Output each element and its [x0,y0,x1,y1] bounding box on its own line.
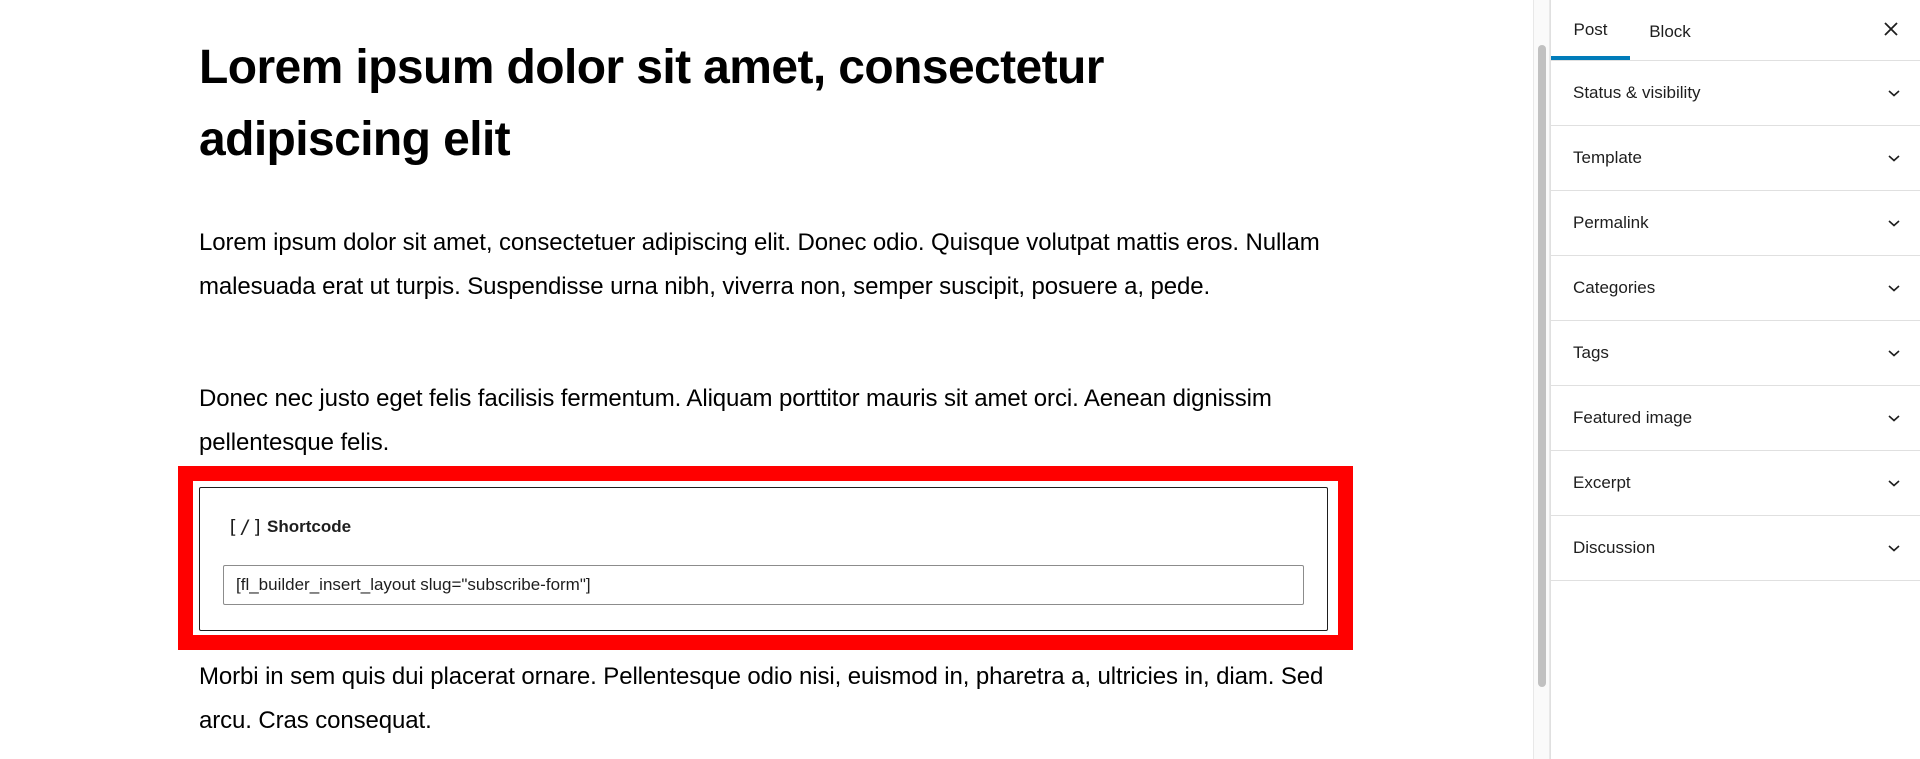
shortcode-icon: [/] [227,516,265,538]
shortcode-block-label: Shortcode [267,517,352,536]
chevron-down-icon [1888,220,1900,227]
shortcode-block-header: [/] Shortcode [227,515,351,539]
panel-title: Permalink [1573,213,1649,232]
editor-canvas: Lorem ipsum dolor sit amet, consectetur … [0,0,1533,759]
panel-template[interactable]: Template [1551,126,1920,191]
tab-block[interactable]: Block [1630,0,1710,60]
panel-title: Categories [1573,278,1656,297]
chevron-down-icon [1888,285,1900,292]
editor-scrollbar[interactable] [1533,0,1550,759]
shortcode-input[interactable] [223,565,1304,605]
panel-title: Status & visibility [1573,83,1701,102]
shortcode-block[interactable]: [/] Shortcode [199,487,1328,631]
chevron-down-icon [1888,90,1900,97]
tab-post[interactable]: Post [1551,0,1630,60]
paragraph-block[interactable]: Morbi in sem quis dui placerat ornare. P… [199,655,1339,742]
close-icon [1884,22,1898,36]
panel-status-visibility[interactable]: Status & visibility [1551,61,1920,126]
panel-title: Tags [1573,343,1609,362]
post-title[interactable]: Lorem ipsum dolor sit amet, consectetur … [199,32,1159,176]
panel-tags[interactable]: Tags [1551,321,1920,386]
paragraph-block[interactable]: Donec nec justo eget felis facilisis fer… [199,377,1339,464]
block-editor: Lorem ipsum dolor sit amet, consectetur … [0,0,1920,759]
panel-discussion[interactable]: Discussion [1551,516,1920,581]
chevron-down-icon [1888,155,1900,162]
chevron-down-icon [1888,415,1900,422]
settings-sidebar: Post Block Status & visibility Template … [1550,0,1920,759]
panel-excerpt[interactable]: Excerpt [1551,451,1920,516]
panel-featured-image[interactable]: Featured image [1551,386,1920,451]
scrollbar-thumb[interactable] [1538,45,1546,687]
chevron-down-icon [1888,545,1900,552]
panel-title: Discussion [1573,538,1656,557]
chevron-down-icon [1888,480,1900,487]
panel-title: Featured image [1573,408,1693,427]
panel-categories[interactable]: Categories [1551,256,1920,321]
close-sidebar-button[interactable] [1876,14,1906,44]
panel-permalink[interactable]: Permalink [1551,191,1920,256]
sidebar-tabs: Post Block [1551,0,1920,61]
paragraph-block[interactable]: Lorem ipsum dolor sit amet, consectetuer… [199,221,1339,308]
chevron-down-icon [1888,350,1900,357]
panel-title: Excerpt [1573,473,1631,492]
panel-title: Template [1573,148,1642,167]
